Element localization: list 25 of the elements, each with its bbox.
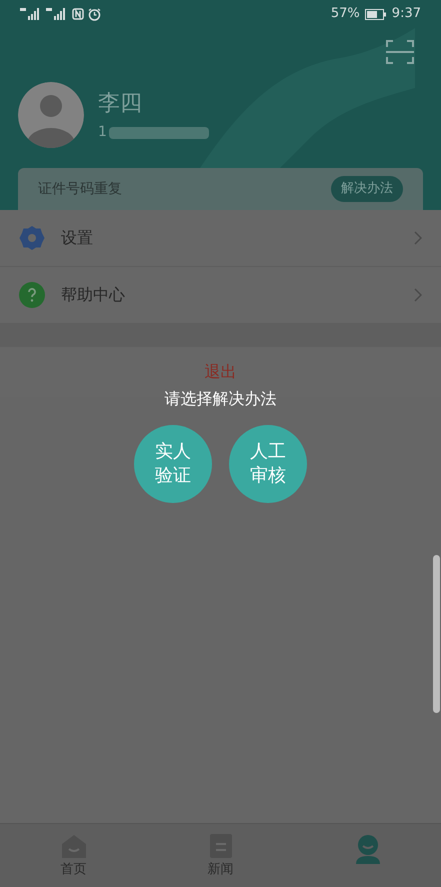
signal-icon xyxy=(20,8,42,20)
help-icon xyxy=(19,282,45,308)
chevron-icon xyxy=(414,288,422,302)
solve-button[interactable]: 解决办法 xyxy=(331,176,403,202)
dialog-prompt: 请选择解决办法 xyxy=(164,388,276,410)
scan-icon[interactable] xyxy=(386,40,414,64)
avatar xyxy=(18,82,84,148)
phone-number: 1 xyxy=(98,123,107,142)
option-button[interactable]: 人工 审核 xyxy=(229,425,307,503)
document-icon xyxy=(210,834,232,858)
home-icon xyxy=(60,834,86,858)
logout-button[interactable]: 退出 xyxy=(204,360,236,384)
alarm-icon xyxy=(88,8,101,20)
gear-icon xyxy=(19,225,45,251)
menu-label: 帮助中心 xyxy=(61,284,126,306)
person-icon xyxy=(354,834,382,864)
option-button[interactable]: 实人 验证 xyxy=(134,425,212,503)
menu-label: 设置 xyxy=(61,227,94,249)
clock-time: 9:37 xyxy=(392,5,421,24)
battery-icon xyxy=(364,8,387,20)
user-name: 李四 xyxy=(98,90,143,118)
chevron-icon xyxy=(414,231,422,245)
signal-icon xyxy=(46,8,68,20)
nfc-icon xyxy=(72,8,84,20)
battery-percent: 57% xyxy=(330,5,360,24)
